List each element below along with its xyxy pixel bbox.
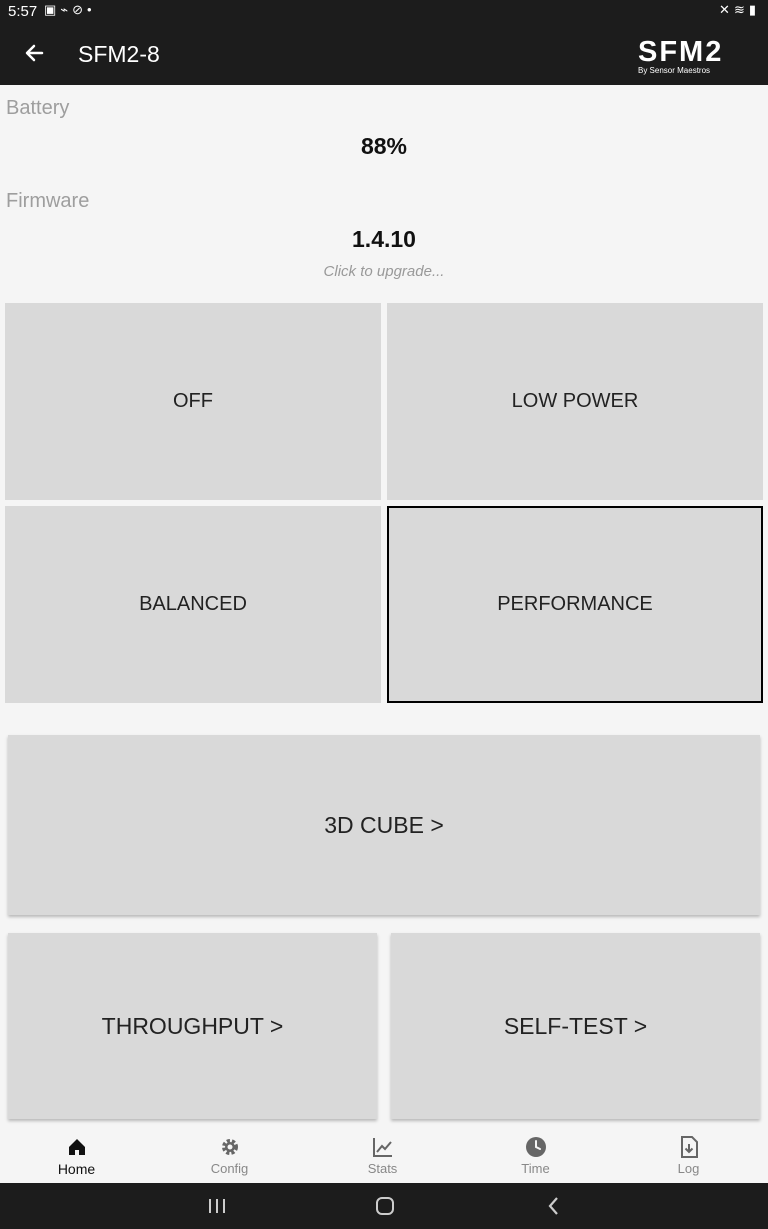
logo-main: SFM2 <box>638 36 724 68</box>
home-icon <box>69 1139 85 1155</box>
power-mode-label: LOW POWER <box>511 390 639 412</box>
link-icon: ⊘ <box>72 2 88 17</box>
chart-icon <box>373 1138 392 1157</box>
power-mode-label: PERFORMANCE <box>497 593 653 615</box>
status-bar: 5:57 ▣⌁⊘• ✕≋▮ <box>0 0 768 24</box>
brand-logo: SFM2 By Sensor Maestros <box>638 36 748 78</box>
power-mode-balanced[interactable]: BALANCED <box>5 506 381 703</box>
wifi-icon: ≋ <box>733 2 749 17</box>
nav-config[interactable]: Config <box>153 1127 306 1183</box>
firmware-upgrade-hint[interactable]: Click to upgrade... <box>0 263 768 280</box>
firmware-value[interactable]: 1.4.10 <box>0 226 768 253</box>
logo-subtitle: By Sensor Maestros <box>638 66 711 75</box>
clock-icon <box>526 1137 546 1157</box>
3d-cube-button[interactable]: 3D CUBE > <box>8 735 760 915</box>
mute-icon: ✕ <box>719 2 734 17</box>
nav-label: Log <box>677 1161 700 1176</box>
image-icon: ▣ <box>44 2 61 17</box>
gear-icon <box>222 1139 238 1155</box>
recents-button[interactable] <box>205 1197 229 1215</box>
system-nav-bar <box>0 1183 768 1229</box>
dot-icon: • <box>87 2 96 17</box>
battery-icon: ▮ <box>748 2 760 17</box>
power-mode-off[interactable]: OFF <box>5 303 381 500</box>
bottom-nav: Home Config Stats Time Log <box>0 1127 768 1183</box>
throughput-button[interactable]: THROUGHPUT > <box>8 933 377 1119</box>
battery-value: 88% <box>360 133 408 159</box>
power-mode-label: BALANCED <box>139 593 247 615</box>
back-button[interactable] <box>544 1196 564 1216</box>
nav-label: Stats <box>367 1161 398 1176</box>
nav-log[interactable]: Log <box>612 1127 765 1183</box>
power-mode-label: OFF <box>173 390 213 412</box>
3d-cube-label: 3D CUBE > <box>324 811 444 838</box>
self-test-button[interactable]: SELF-TEST > <box>391 933 760 1119</box>
page-title: SFM2-8 <box>78 41 160 67</box>
usb-icon: ⌁ <box>60 2 73 17</box>
self-test-label: SELF-TEST > <box>503 1012 648 1039</box>
firmware-label: Firmware <box>6 190 90 212</box>
power-mode-performance[interactable]: PERFORMANCE <box>387 506 763 703</box>
download-file-icon <box>681 1136 698 1158</box>
home-button[interactable] <box>374 1196 396 1216</box>
nav-label: Time <box>521 1161 550 1176</box>
throughput-label: THROUGHPUT > <box>101 1012 284 1039</box>
back-arrow-icon[interactable] <box>22 38 48 68</box>
nav-home[interactable]: Home <box>0 1127 153 1183</box>
status-time: 5:57 <box>8 3 38 20</box>
battery-label: Battery <box>6 97 70 119</box>
nav-time[interactable]: Time <box>459 1127 612 1183</box>
status-system-icons: ✕≋▮ <box>719 2 760 18</box>
nav-label: Home <box>57 1161 96 1177</box>
app-bar: SFM2-8 SFM2 By Sensor Maestros <box>0 24 768 85</box>
power-mode-low-power[interactable]: LOW POWER <box>387 303 763 500</box>
status-notification-icons: ▣⌁⊘• <box>44 2 96 18</box>
nav-label: Config <box>210 1161 249 1176</box>
nav-stats[interactable]: Stats <box>306 1127 459 1183</box>
